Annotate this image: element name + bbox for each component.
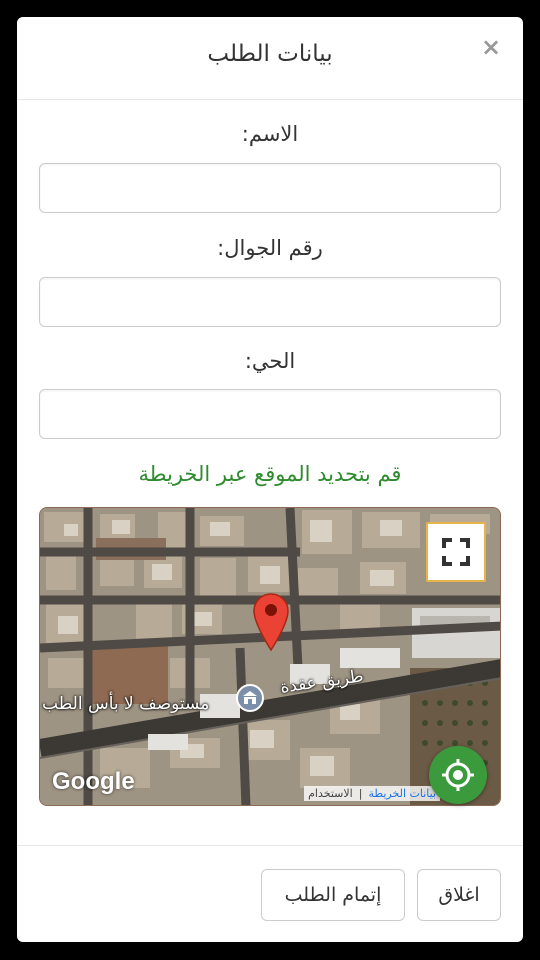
map-hint: قم بتحديد الموقع عبر الخريطة — [138, 462, 402, 486]
map-data-link[interactable]: بيانات الخريطة — [368, 787, 436, 800]
crosshair-icon — [442, 759, 474, 791]
modal-header: بيانات الطلب × — [17, 17, 523, 100]
location-pin-icon[interactable] — [252, 592, 290, 652]
google-logo: Google — [52, 768, 135, 795]
modal-title: بيانات الطلب — [207, 41, 333, 67]
modal-footer: اغلاق إتمام الطلب — [17, 845, 523, 942]
submit-order-button[interactable]: إتمام الطلب — [261, 869, 405, 921]
district-input[interactable] — [39, 389, 501, 439]
my-location-button[interactable] — [429, 746, 487, 804]
close-icon[interactable]: × — [479, 35, 503, 59]
phone-input[interactable] — [39, 277, 501, 327]
phone-label: :رقم الجوال — [217, 236, 323, 260]
terms-link[interactable]: الاستخدام — [308, 787, 353, 800]
map-attribution: بيانات الخريطة | الاستخدام — [304, 786, 440, 801]
fullscreen-button[interactable] — [426, 522, 486, 582]
close-button[interactable]: اغلاق — [417, 869, 501, 921]
poi-label: مستوصف لا بأس الطب — [42, 694, 210, 714]
district-label: :الحي — [244, 349, 296, 373]
name-label: :الاسم — [241, 122, 299, 146]
fullscreen-icon — [442, 538, 470, 566]
name-input[interactable] — [39, 163, 501, 213]
hospital-poi-icon[interactable] — [236, 684, 264, 712]
